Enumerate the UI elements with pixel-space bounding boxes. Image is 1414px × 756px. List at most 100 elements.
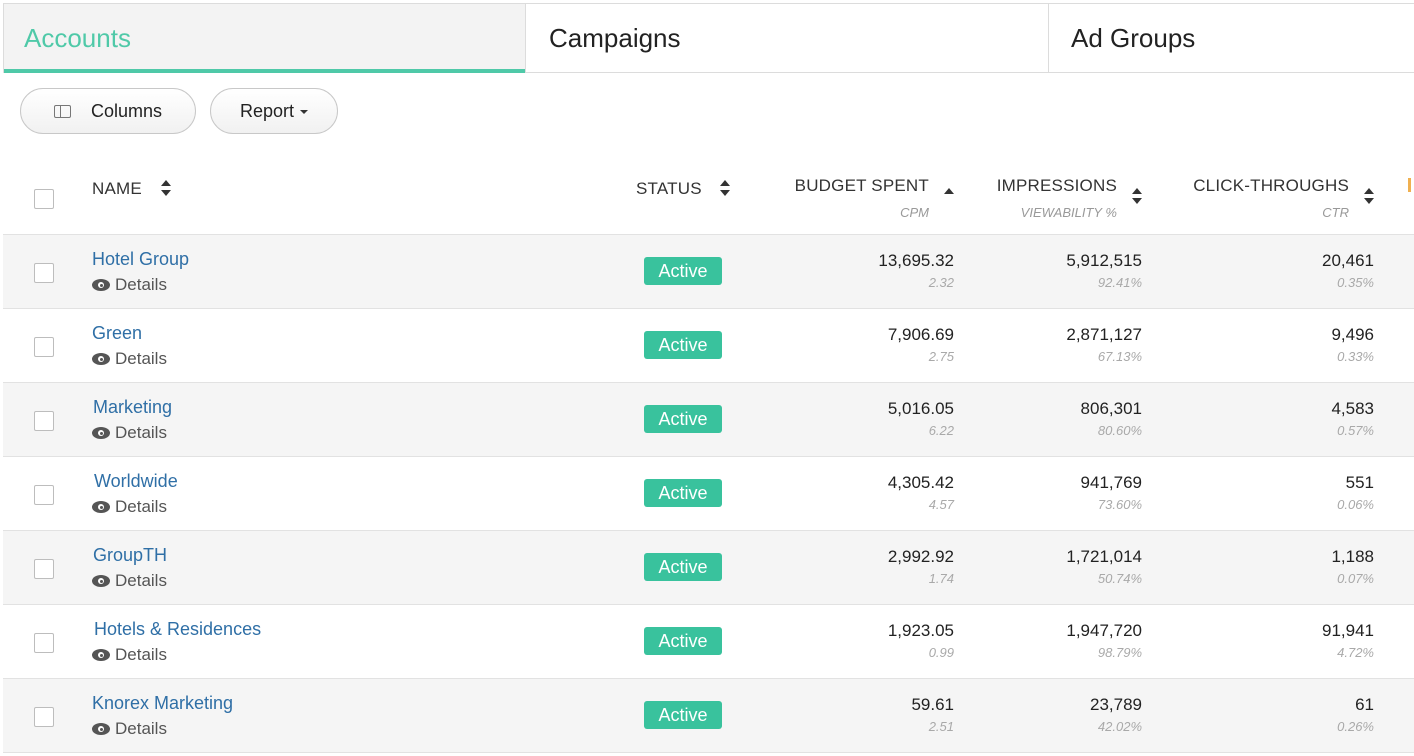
details-link[interactable]: Details <box>92 497 167 517</box>
header-budget-spent[interactable]: BUDGET SPENT <box>795 176 929 196</box>
ctr-value: 0.57% <box>1337 423 1374 438</box>
column-edge-marker <box>1408 178 1411 192</box>
details-link[interactable]: Details <box>92 275 167 295</box>
row-checkbox[interactable] <box>34 411 54 431</box>
header-status[interactable]: STATUS <box>636 179 702 199</box>
budget-spent-value: 13,695.32 <box>878 251 954 270</box>
details-label: Details <box>115 275 167 294</box>
row-checkbox[interactable] <box>34 707 54 727</box>
columns-icon <box>53 104 71 118</box>
viewability-value: 50.74% <box>1097 571 1142 586</box>
eye-icon <box>92 279 110 291</box>
accounts-table: NAME STATUS BUDGET SPENT CPM IMPRESSIONS… <box>3 150 1414 753</box>
sort-clicks-icon[interactable] <box>1364 188 1374 204</box>
table-row: Green Details Active 7,906.69 2.75 2,871… <box>3 309 1414 383</box>
details-link[interactable]: Details <box>92 349 167 369</box>
details-link[interactable]: Details <box>92 719 167 739</box>
details-label: Details <box>115 423 167 442</box>
ctr-value: 0.06% <box>1337 497 1374 512</box>
eye-icon <box>92 649 110 661</box>
table-row: Hotels & Residences Details Active 1,923… <box>3 605 1414 679</box>
tab-accounts-label: Accounts <box>24 22 131 53</box>
account-name-link[interactable]: Worldwide <box>94 471 178 492</box>
table-row: GroupTH Details Active 2,992.92 1.74 1,7… <box>3 531 1414 605</box>
ctr-value: 0.35% <box>1337 275 1374 290</box>
impressions-value: 806,301 <box>1080 399 1142 418</box>
row-checkbox[interactable] <box>34 337 54 357</box>
click-throughs-value: 61 <box>1355 695 1374 714</box>
impressions-value: 941,769 <box>1080 473 1142 492</box>
header-name[interactable]: NAME <box>92 179 142 199</box>
cpm-value: 0.99 <box>928 645 954 660</box>
status-badge: Active <box>644 479 722 507</box>
eye-icon <box>92 723 110 735</box>
table-row: Knorex Marketing Details Active 59.61 2.… <box>3 679 1414 753</box>
details-label: Details <box>115 571 167 590</box>
impressions-value: 1,721,014 <box>1066 547 1142 566</box>
row-checkbox[interactable] <box>34 263 54 283</box>
table-row: Hotel Group Details Active 13,695.32 2.3… <box>3 235 1414 309</box>
row-checkbox[interactable] <box>34 633 54 653</box>
header-click-throughs[interactable]: CLICK-THROUGHS <box>1193 176 1349 196</box>
account-name-link[interactable]: Hotels & Residences <box>94 619 261 640</box>
row-checkbox[interactable] <box>34 559 54 579</box>
sort-status-icon[interactable] <box>720 180 730 196</box>
status-badge: Active <box>644 553 722 581</box>
report-button-label: Report <box>239 100 295 121</box>
tab-ad-groups[interactable]: Ad Groups <box>1049 4 1414 72</box>
viewability-value: 98.79% <box>1097 645 1142 660</box>
viewability-value: 80.60% <box>1097 423 1142 438</box>
impressions-value: 1,947,720 <box>1066 621 1142 640</box>
status-badge: Active <box>644 257 722 285</box>
budget-spent-value: 7,906.69 <box>887 325 954 344</box>
details-label: Details <box>115 497 167 516</box>
sort-impressions-icon[interactable] <box>1132 188 1142 204</box>
account-name-link[interactable]: Marketing <box>93 397 172 418</box>
budget-spent-value: 1,923.05 <box>887 621 954 640</box>
click-throughs-value: 20,461 <box>1322 251 1374 270</box>
tab-ad-groups-label: Ad Groups <box>1071 22 1196 53</box>
viewability-value: 67.13% <box>1097 349 1142 364</box>
click-throughs-value: 9,496 <box>1331 325 1374 344</box>
account-name-link[interactable]: Knorex Marketing <box>92 693 233 714</box>
details-label: Details <box>115 645 167 664</box>
sort-name-icon[interactable] <box>161 180 171 196</box>
header-viewability: VIEWABILITY % <box>1020 205 1117 220</box>
click-throughs-value: 551 <box>1345 473 1374 492</box>
click-throughs-value: 91,941 <box>1322 621 1374 640</box>
viewability-value: 42.02% <box>1097 719 1142 734</box>
header-impressions[interactable]: IMPRESSIONS <box>997 176 1117 196</box>
columns-button[interactable]: Columns <box>20 88 196 134</box>
table-row: Worldwide Details Active 4,305.42 4.57 9… <box>3 457 1414 531</box>
header-cpm: CPM <box>900 205 929 220</box>
select-all-checkbox[interactable] <box>34 189 54 209</box>
status-badge: Active <box>644 627 722 655</box>
budget-spent-value: 4,305.42 <box>887 473 954 492</box>
columns-button-label: Columns <box>90 100 163 121</box>
ctr-value: 4.72% <box>1337 645 1374 660</box>
tab-accounts[interactable]: Accounts <box>4 4 526 73</box>
viewability-value: 92.41% <box>1097 275 1142 290</box>
caret-down-icon <box>300 110 309 114</box>
click-throughs-value: 1,188 <box>1331 547 1374 566</box>
account-name-link[interactable]: GroupTH <box>93 545 167 566</box>
details-link[interactable]: Details <box>92 423 167 443</box>
account-name-link[interactable]: Hotel Group <box>92 249 189 270</box>
tab-campaigns-label: Campaigns <box>549 22 681 53</box>
report-dropdown-button[interactable]: Report <box>210 88 338 134</box>
details-label: Details <box>115 719 167 738</box>
cpm-value: 2.75 <box>928 349 954 364</box>
click-throughs-value: 4,583 <box>1331 399 1374 418</box>
ctr-value: 0.07% <box>1337 571 1374 586</box>
details-link[interactable]: Details <box>92 571 167 591</box>
cpm-value: 2.32 <box>928 275 954 290</box>
details-link[interactable]: Details <box>92 645 167 665</box>
budget-spent-value: 5,016.05 <box>887 399 954 418</box>
details-label: Details <box>115 349 167 368</box>
sort-budget-asc-icon[interactable] <box>944 188 954 204</box>
account-name-link[interactable]: Green <box>92 323 142 344</box>
status-badge: Active <box>644 405 722 433</box>
tab-campaigns[interactable]: Campaigns <box>526 4 1049 72</box>
row-checkbox[interactable] <box>34 485 54 505</box>
status-badge: Active <box>644 701 722 729</box>
